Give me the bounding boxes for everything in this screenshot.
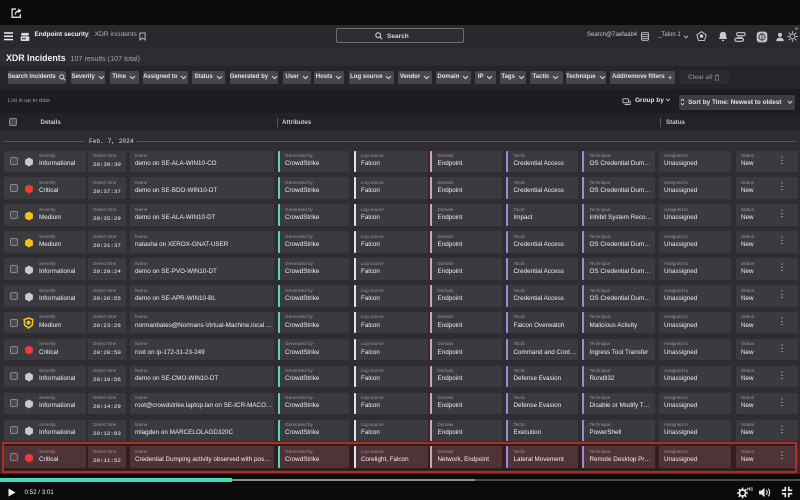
svg-text:HD: HD xyxy=(747,486,753,491)
